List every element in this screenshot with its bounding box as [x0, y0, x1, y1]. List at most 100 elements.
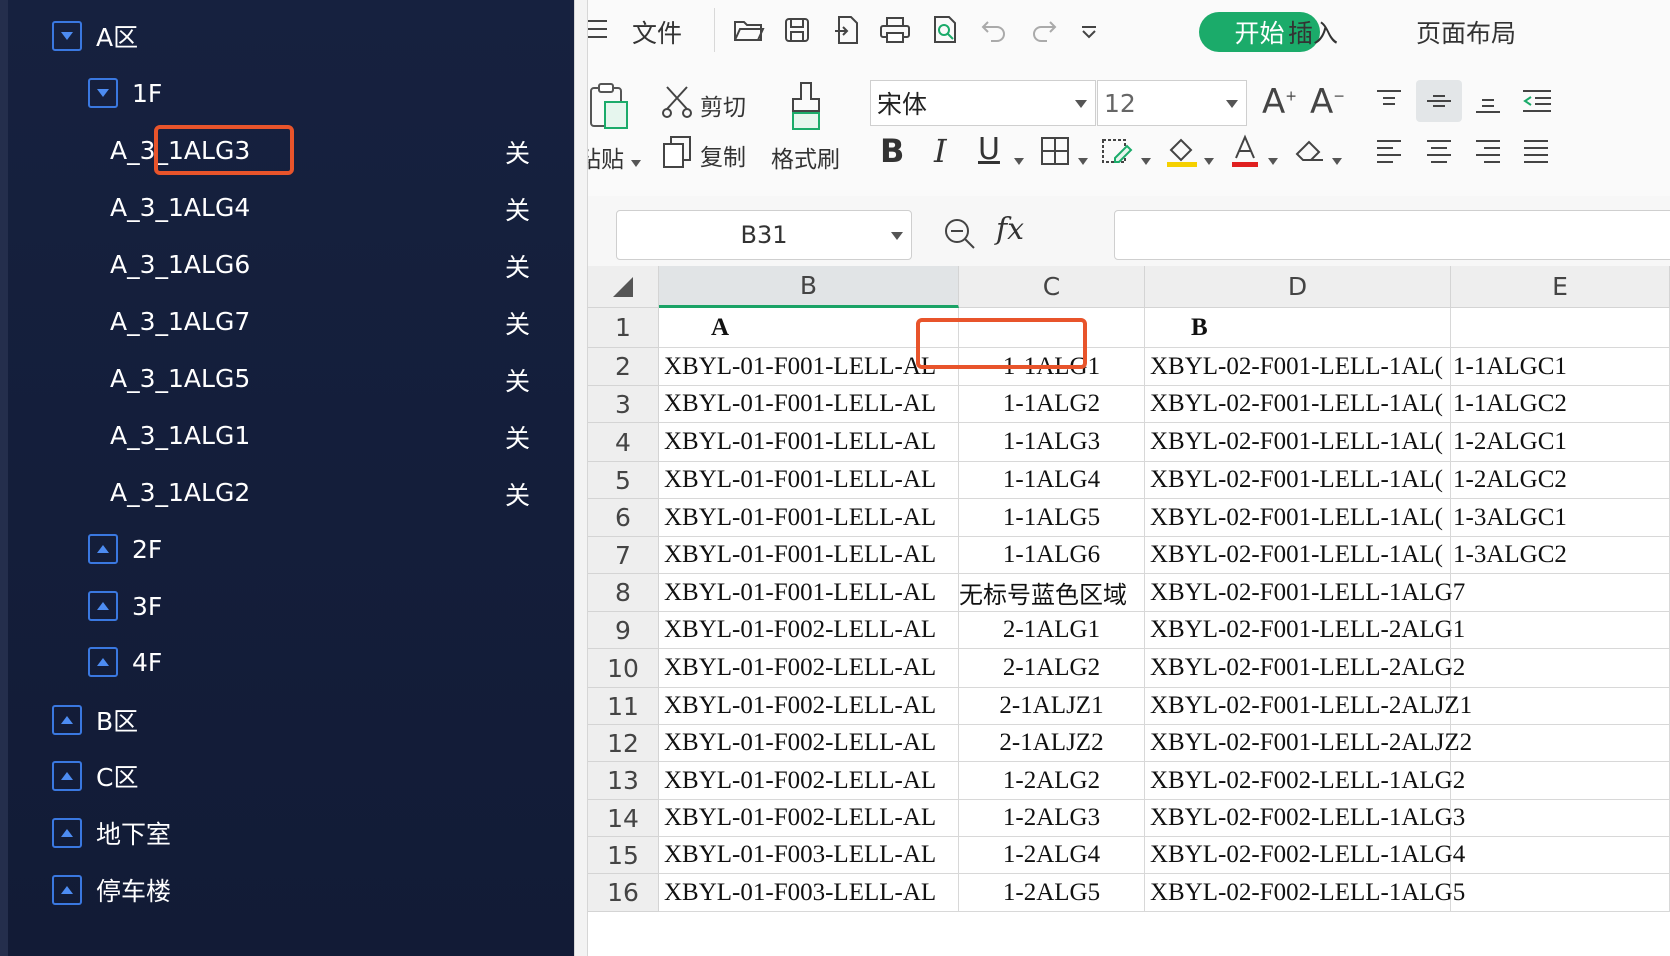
row-header[interactable]: 10	[588, 649, 659, 688]
switch-status[interactable]: 关	[505, 191, 530, 227]
table-cell[interactable]: XBYL-01-F001-LELL-AL	[659, 574, 959, 612]
fill-format-dropdown-icon[interactable]	[1141, 150, 1151, 169]
table-cell[interactable]: XBYL-01-F002-LELL-AL	[659, 649, 959, 688]
table-cell[interactable]: XBYL-02-F001-LELL-2ALJZ1	[1145, 688, 1472, 725]
align-middle-icon[interactable]	[1416, 80, 1462, 122]
table-cell[interactable]: B	[1145, 308, 1451, 348]
table-cell[interactable]: XBYL-02-F001-LELL-1ALG7	[1145, 574, 1465, 612]
table-cell[interactable]: A	[659, 308, 959, 348]
switch-status[interactable]: 关	[505, 305, 530, 341]
table-cell[interactable]: XBYL-01-F001-LELL-AL	[659, 499, 959, 537]
table-cell[interactable]: 2-1ALG1	[959, 612, 1145, 649]
align-center-icon[interactable]	[1423, 136, 1455, 166]
font-name-select[interactable]: 宋体	[870, 80, 1096, 126]
menu-file[interactable]: 文件	[632, 14, 682, 50]
paste-label[interactable]: 粘贴	[588, 140, 642, 174]
column-header-b[interactable]: B	[659, 266, 959, 308]
tree-leaf[interactable]: A_3_1ALG5	[110, 354, 250, 402]
clear-format-dropdown-icon[interactable]	[1332, 150, 1342, 169]
tree-node[interactable]: B区	[52, 696, 138, 744]
row-header[interactable]: 7	[588, 537, 659, 574]
table-cell[interactable]: 1-1ALG3	[959, 423, 1145, 462]
format-painter-icon[interactable]	[784, 80, 828, 134]
table-cell[interactable]: 1-2ALG5	[959, 874, 1145, 912]
tree-leaf[interactable]: A_3_1ALG1	[110, 411, 250, 459]
open-folder-icon[interactable]	[731, 14, 767, 46]
underline-dropdown-icon[interactable]	[1014, 150, 1024, 169]
switch-status[interactable]: 关	[505, 134, 530, 170]
tree-node[interactable]: 地下室	[52, 809, 171, 857]
expand-toggle-icon[interactable]	[52, 705, 82, 735]
tree-node[interactable]: 3F	[88, 582, 162, 630]
table-cell[interactable]: 1-2ALG4	[959, 837, 1145, 874]
save-icon[interactable]	[779, 14, 815, 46]
table-cell[interactable]: XBYL-02-F002-LELL-1ALG2	[1145, 762, 1465, 800]
row-header[interactable]: 1	[588, 308, 659, 348]
decrease-indent-icon[interactable]	[1520, 86, 1554, 116]
copy-label[interactable]: 复制	[700, 138, 746, 172]
row-header[interactable]: 12	[588, 725, 659, 762]
table-cell[interactable]: 1-2ALG3	[959, 800, 1145, 837]
table-cell[interactable]: 1-1ALGC2	[1451, 386, 1670, 423]
clear-format-icon[interactable]	[1292, 134, 1328, 168]
table-cell[interactable]: 1-2ALGC1	[1451, 423, 1670, 462]
table-cell[interactable]: 1-1ALG4	[959, 462, 1145, 499]
switch-status[interactable]: 关	[505, 248, 530, 284]
print-icon[interactable]	[877, 14, 913, 46]
splitter[interactable]	[574, 0, 588, 956]
table-cell[interactable]	[1451, 649, 1670, 688]
fill-format-icon[interactable]	[1100, 134, 1134, 168]
table-cell[interactable]: XBYL-02-F001-LELL-1AL(	[1145, 537, 1451, 574]
table-cell[interactable]: XBYL-02-F001-LELL-2ALJZ2	[1145, 725, 1472, 762]
font-size-dropdown-icon[interactable]	[1226, 100, 1238, 108]
column-header-c[interactable]: C	[959, 266, 1145, 308]
table-cell[interactable]: XBYL-02-F001-LELL-1AL(	[1145, 499, 1451, 537]
copy-icon[interactable]	[660, 134, 694, 170]
table-cell[interactable]: 1-1ALGC1	[1451, 348, 1670, 386]
undo-icon[interactable]	[976, 14, 1012, 46]
format-painter-label[interactable]: 格式刷	[771, 140, 840, 174]
table-cell[interactable]: XBYL-02-F001-LELL-1AL(	[1145, 386, 1451, 423]
tree-node[interactable]: 停车楼	[52, 866, 171, 914]
justify-icon[interactable]	[1520, 136, 1552, 166]
table-cell[interactable]: XBYL-01-F001-LELL-AL	[659, 423, 959, 462]
table-cell[interactable]: 1-1ALG2	[959, 386, 1145, 423]
font-size-select[interactable]: 12	[1097, 80, 1247, 126]
table-cell[interactable]: XBYL-01-F001-LELL-AL	[659, 462, 959, 499]
tab-page-layout[interactable]: 页面布局	[1416, 14, 1516, 50]
table-cell[interactable]	[1451, 762, 1670, 800]
table-cell[interactable]: 2-1ALJZ2	[959, 725, 1145, 762]
table-cell[interactable]: XBYL-01-F002-LELL-AL	[659, 688, 959, 725]
expand-toggle-icon[interactable]	[88, 534, 118, 564]
table-cell[interactable]: XBYL-01-F003-LELL-AL	[659, 874, 959, 912]
align-left-icon[interactable]	[1373, 136, 1405, 166]
row-header[interactable]: 3	[588, 386, 659, 423]
hamburger-menu-icon[interactable]	[588, 14, 610, 44]
table-cell[interactable]: 1-3ALGC2	[1451, 537, 1670, 574]
table-cell[interactable]: 2-1ALG2	[959, 649, 1145, 688]
tree-leaf[interactable]: A_3_1ALG7	[110, 297, 250, 345]
borders-icon[interactable]	[1038, 134, 1072, 168]
table-cell[interactable]	[1451, 574, 1670, 612]
table-cell[interactable]	[1451, 308, 1670, 348]
table-cell[interactable]: 1-1ALG6	[959, 537, 1145, 574]
tree-node[interactable]: C区	[52, 752, 138, 800]
collapse-toggle-icon[interactable]	[88, 78, 118, 108]
table-cell[interactable]	[1451, 800, 1670, 837]
row-header[interactable]: 15	[588, 837, 659, 874]
align-right-icon[interactable]	[1472, 136, 1504, 166]
switch-status[interactable]: 关	[505, 419, 530, 455]
table-cell[interactable]: XBYL-01-F003-LELL-AL	[659, 837, 959, 874]
table-cell[interactable]: XBYL-02-F002-LELL-1ALG3	[1145, 800, 1465, 837]
quick-access-dropdown-icon[interactable]	[1074, 18, 1104, 46]
table-cell[interactable]: XBYL-01-F002-LELL-AL	[659, 612, 959, 649]
table-cell[interactable]: XBYL-02-F002-LELL-1ALG5	[1145, 874, 1465, 912]
tab-insert[interactable]: 插入	[1288, 14, 1338, 50]
paste-icon[interactable]	[588, 80, 634, 134]
tree-leaf[interactable]: A_3_1ALG4	[110, 183, 250, 231]
expand-toggle-icon[interactable]	[52, 761, 82, 791]
row-header[interactable]: 5	[588, 462, 659, 499]
table-cell[interactable]: 1-1ALG5	[959, 499, 1145, 537]
fill-color-icon[interactable]	[1164, 132, 1200, 170]
column-header-e[interactable]: E	[1451, 266, 1670, 308]
